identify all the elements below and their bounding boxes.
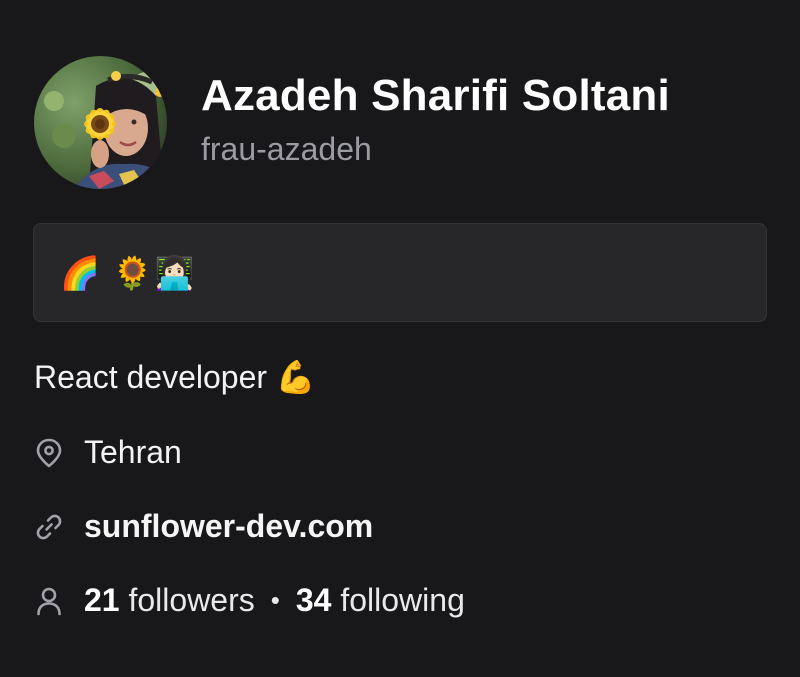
website-link[interactable]: sunflower-dev.com	[84, 508, 373, 545]
followers-link[interactable]: 21 followers	[84, 582, 255, 619]
followers-label: followers	[128, 582, 255, 618]
location-row: Tehran	[34, 434, 182, 471]
avatar-photo	[34, 56, 167, 189]
following-count: 34	[295, 582, 332, 618]
following-label: following	[340, 582, 465, 618]
profile-card: Azadeh Sharifi Soltani frau-azadeh 🌈 🌻👩🏻…	[0, 0, 800, 677]
username: frau-azadeh	[201, 131, 372, 168]
avatar[interactable]	[34, 56, 167, 189]
separator-dot: •	[270, 585, 280, 615]
website-row: sunflower-dev.com	[34, 508, 373, 545]
link-icon	[34, 512, 64, 542]
profile-header: Azadeh Sharifi Soltani frau-azadeh	[34, 56, 670, 189]
status-emoji: 🌈 🌻👩🏻‍💻	[60, 254, 197, 291]
following-link[interactable]: 34 following	[296, 582, 465, 619]
location-text: Tehran	[84, 434, 182, 470]
follows-row: 21 followers • 34 following	[34, 582, 465, 619]
person-icon	[34, 586, 64, 616]
followers-count: 21	[84, 582, 120, 618]
status-box[interactable]: 🌈 🌻👩🏻‍💻	[33, 223, 767, 322]
profile-names: Azadeh Sharifi Soltani frau-azadeh	[201, 70, 670, 168]
display-name: Azadeh Sharifi Soltani	[201, 70, 670, 120]
location-pin-icon	[34, 438, 64, 468]
bio: React developer 💪	[34, 359, 316, 395]
